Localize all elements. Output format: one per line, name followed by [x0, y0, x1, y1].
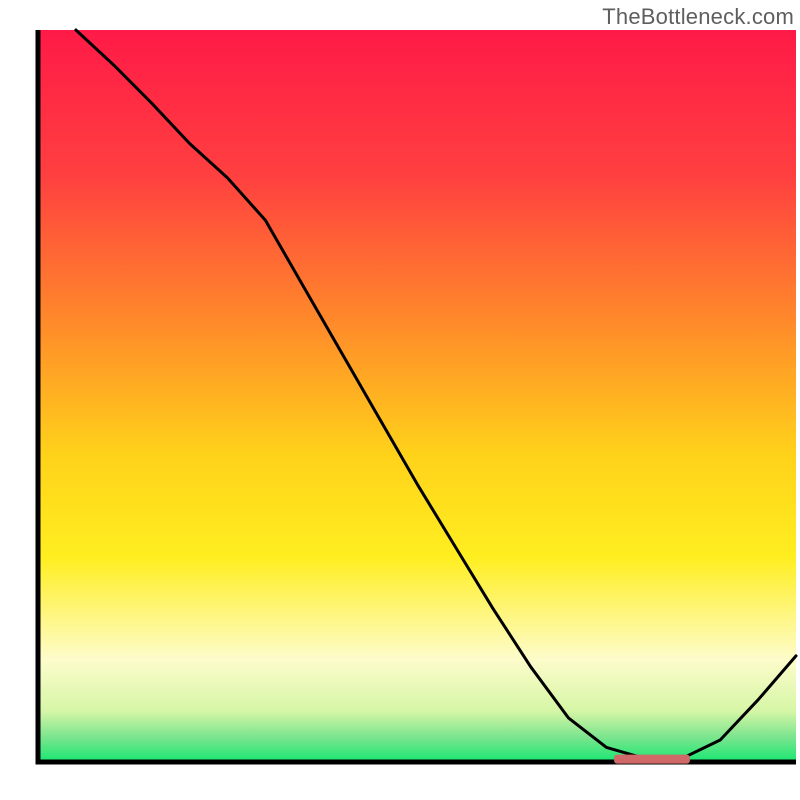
bottleneck-chart: [0, 0, 800, 800]
plot-area: [38, 30, 796, 762]
optimal-marker: [614, 755, 690, 764]
chart-container: { "attribution": "TheBottleneck.com", "c…: [0, 0, 800, 800]
